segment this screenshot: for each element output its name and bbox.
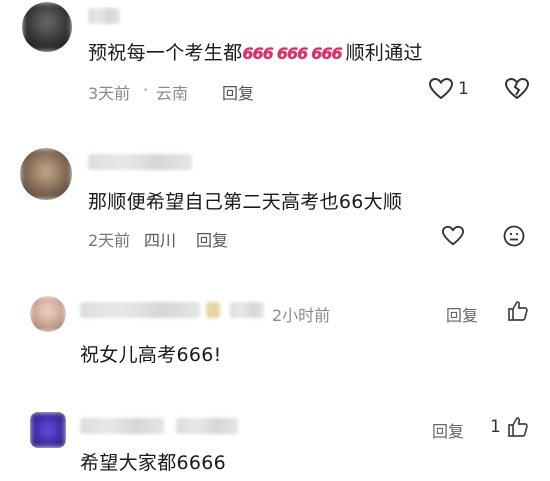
comment-text: 祝女儿高考666!	[80, 344, 222, 366]
comment-text-after: 顺利通过	[345, 42, 423, 64]
reply-button[interactable]: 回复	[446, 302, 478, 326]
heart-outline-icon[interactable]	[441, 225, 465, 251]
username-blurred[interactable]	[88, 154, 192, 170]
reply-button[interactable]: 回复	[222, 80, 254, 104]
comment-text-before: 预祝每一个考生都	[88, 42, 243, 64]
like-count: 1	[490, 417, 501, 437]
comment-text: 那顺便希望自己第二天高考也66大顺	[88, 191, 403, 213]
comment-text: 预祝每一个考生都666 666 666 顺利通过	[88, 38, 423, 65]
thumbs-up-icon[interactable]	[506, 415, 530, 443]
comment-2: 那顺便希望自己第二天高考也66大顺 2天前 四川 回复	[0, 140, 550, 260]
comment-location: 云南	[156, 84, 189, 103]
thumbs-up-icon[interactable]	[506, 299, 530, 327]
username-blurred[interactable]	[80, 302, 200, 318]
comment-4: 回复 1 希望大家都6666	[0, 400, 550, 481]
comment-location: 四川	[144, 231, 177, 250]
heart-outline-icon[interactable]	[428, 77, 454, 105]
avatar[interactable]	[30, 412, 66, 448]
username-suffix-blurred	[176, 418, 238, 434]
comment-3: 2小时前 回复 祝女儿高考666!	[0, 290, 550, 390]
divider	[0, 272, 550, 284]
emoji-sad-icon[interactable]	[502, 224, 526, 252]
username-blurred[interactable]	[88, 8, 120, 24]
heart-broken-icon[interactable]	[504, 77, 530, 105]
reply-button[interactable]: 回复	[432, 418, 464, 442]
comment-time: 3天前	[88, 84, 131, 103]
like-count: 1	[458, 79, 469, 99]
emoji-666: 666	[276, 44, 308, 63]
comment-time: 2小时前	[272, 306, 331, 325]
comment-1: 预祝每一个考生都666 666 666 顺利通过 3天前 · 云南 回复 1	[0, 0, 550, 112]
emoji-666: 666	[311, 44, 342, 63]
comment-text: 希望大家都6666	[80, 452, 227, 474]
divider	[0, 124, 550, 136]
avatar[interactable]	[30, 296, 66, 332]
avatar[interactable]	[22, 2, 72, 52]
reply-button[interactable]: 回复	[196, 227, 228, 251]
avatar[interactable]	[20, 148, 72, 200]
username-suffix-blurred	[230, 302, 264, 318]
badge-blurred	[206, 302, 220, 318]
comment-time: 2天前	[88, 231, 131, 250]
emoji-666: 666	[242, 44, 273, 63]
username-blurred[interactable]	[80, 418, 164, 434]
meta-separator: ·	[143, 80, 149, 99]
